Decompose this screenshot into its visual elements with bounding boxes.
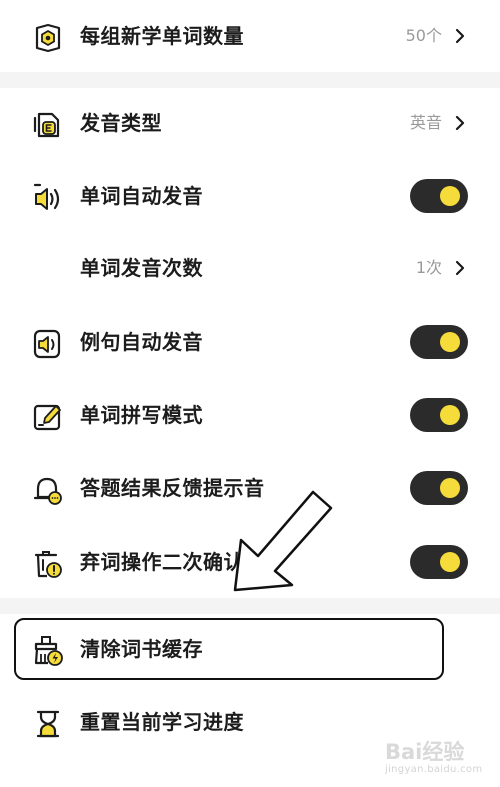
setting-value: 英音 [409,113,442,132]
watermark-main: Bai经验 [385,740,465,764]
setting-row-group-count[interactable]: 每组新学单词数量 50个 [0,6,500,66]
setting-label: 单词拼写模式 [80,403,203,427]
highlight-annotation-box [14,618,444,680]
trash-warning-icon [34,551,62,578]
setting-value: 1次 [415,258,442,277]
toggle-switch[interactable] [410,471,468,505]
toggle-switch[interactable] [410,325,468,359]
pointer-arrow-annotation [233,490,333,592]
chevron-right-icon [455,28,465,44]
setting-row-pronunciation-type[interactable]: 发音类型 英音 [0,93,500,153]
toggle-knob [440,186,460,206]
section-divider [0,598,500,614]
toggle-knob [440,478,460,498]
speaker-doc-icon [33,329,61,359]
setting-row-sentence-auto-play: 例句自动发音 [0,312,500,372]
setting-label: 发音类型 [80,111,162,135]
toggle-knob [440,405,460,425]
book-hexagon-icon [35,23,61,53]
toggle-switch[interactable] [410,398,468,432]
setting-row-word-play-times[interactable]: 单词发音次数 1次 [0,238,500,298]
watermark-sub: jingyan.baidu.com [385,764,483,775]
edit-pen-icon [33,404,61,431]
hourglass-icon [36,710,60,738]
toggle-switch[interactable] [410,179,468,213]
watermark: Bai经验 jingyan.baidu.com [385,732,495,782]
setting-row-spelling-mode: 单词拼写模式 [0,385,500,445]
section-divider [0,72,500,88]
chevron-right-icon [455,115,465,131]
setting-row-word-auto-play: 单词自动发音 [0,166,500,226]
chevron-right-icon [455,260,465,276]
speaker-icon [33,183,60,210]
toggle-knob [440,332,460,352]
setting-label: 重置当前学习进度 [80,710,244,734]
toggle-switch[interactable] [410,545,468,579]
setting-label: 单词自动发音 [80,184,203,208]
setting-label: 单词发音次数 [80,256,203,280]
setting-label: 例句自动发音 [80,330,203,354]
setting-value: 50个 [405,26,442,45]
toggle-knob [440,552,460,572]
setting-label: 弃词操作二次确认 [80,550,244,574]
pronunciation-type-icon [33,112,60,138]
bell-icon [33,477,62,505]
setting-label: 每组新学单词数量 [80,24,244,48]
